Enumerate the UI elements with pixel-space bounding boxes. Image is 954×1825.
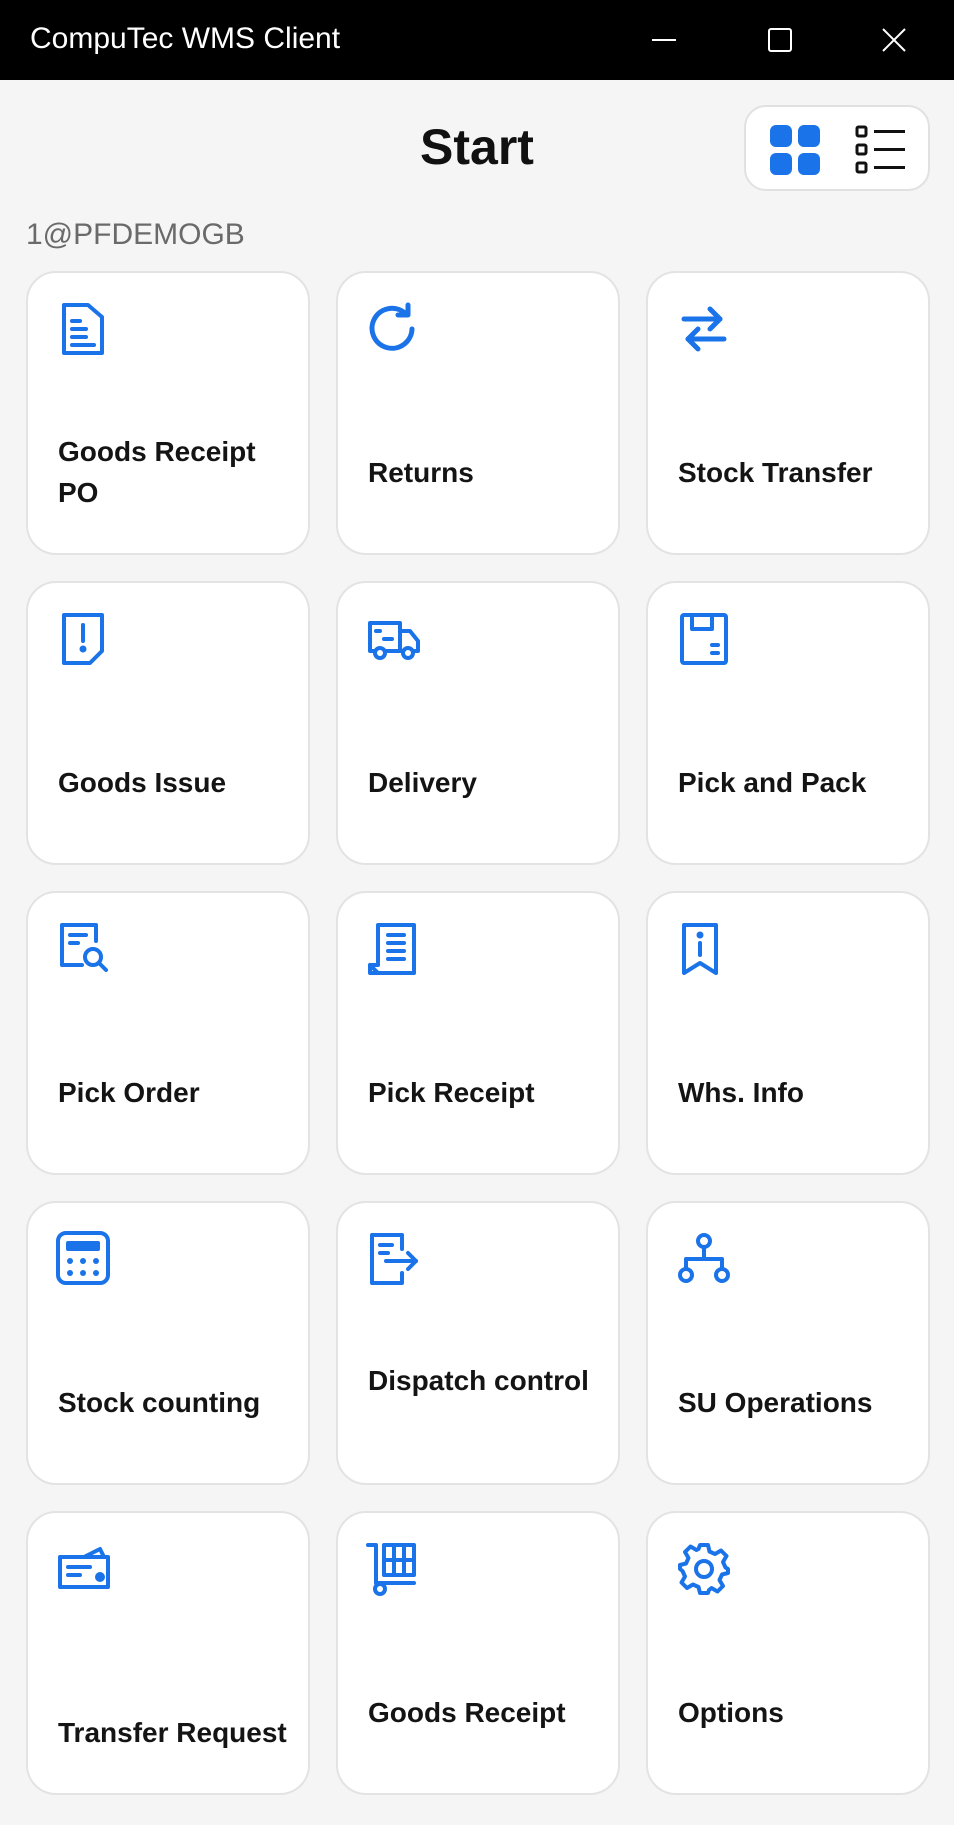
tile-label: Dispatch control bbox=[368, 1365, 589, 1396]
document-export-icon bbox=[366, 1231, 422, 1287]
tile-transfer-request[interactable]: Transfer Request bbox=[26, 1511, 310, 1795]
view-toggle bbox=[744, 105, 930, 191]
close-icon bbox=[882, 28, 906, 52]
tile-dispatch-control[interactable]: Dispatch control bbox=[336, 1201, 620, 1485]
transfer-arrows-icon bbox=[676, 301, 732, 357]
tile-returns[interactable]: Returns bbox=[336, 271, 620, 555]
window-titlebar: CompuTec WMS Client bbox=[0, 0, 954, 80]
tile-label: Stock Transfer bbox=[678, 457, 873, 488]
info-bookmark-icon bbox=[676, 921, 732, 977]
document-alert-icon bbox=[56, 611, 112, 667]
document-search-icon bbox=[56, 921, 112, 977]
tile-label: Stock counting bbox=[58, 1387, 261, 1418]
tile-label: Goods Issue bbox=[58, 767, 227, 798]
tile-label: Goods Receipt bbox=[368, 1697, 566, 1728]
tile-label: Options bbox=[678, 1697, 784, 1728]
tile-goods-receipt-po[interactable]: Goods Receipt PO bbox=[26, 271, 310, 555]
maximize-button[interactable] bbox=[730, 0, 830, 80]
floppy-disk-icon bbox=[676, 611, 732, 667]
tile-stock-transfer[interactable]: Stock Transfer bbox=[646, 271, 930, 555]
hierarchy-icon bbox=[676, 1231, 732, 1287]
grid-icon bbox=[770, 125, 820, 175]
refresh-icon bbox=[366, 301, 422, 357]
tile-delivery[interactable]: Delivery bbox=[336, 581, 620, 865]
receipt-icon bbox=[366, 921, 422, 977]
window-title: CompuTec WMS Client bbox=[30, 22, 341, 55]
minimize-icon bbox=[652, 39, 676, 41]
ticket-card-icon bbox=[56, 1541, 112, 1597]
list-icon bbox=[855, 125, 905, 174]
calculator-icon bbox=[56, 1231, 112, 1287]
user-label: 1@PFDEMOGB bbox=[26, 218, 245, 251]
tile-pick-order[interactable]: Pick Order bbox=[26, 891, 310, 1175]
grid-view-button[interactable] bbox=[768, 123, 822, 177]
tile-label: SU Operations bbox=[678, 1387, 873, 1418]
tile-options[interactable]: Options bbox=[646, 1511, 930, 1795]
tile-label: Pick Receipt bbox=[368, 1077, 535, 1108]
list-view-button[interactable] bbox=[854, 123, 908, 177]
pallet-cart-icon bbox=[366, 1541, 422, 1597]
tile-label: Returns bbox=[368, 457, 474, 488]
tile-goods-issue[interactable]: Goods Issue bbox=[26, 581, 310, 865]
tile-label: Whs. Info bbox=[678, 1077, 804, 1108]
tile-pick-receipt[interactable]: Pick Receipt bbox=[336, 891, 620, 1175]
document-list-icon bbox=[56, 301, 112, 357]
tile-label: Transfer Request bbox=[58, 1717, 287, 1748]
tile-stock-counting[interactable]: Stock counting bbox=[26, 1201, 310, 1485]
tile-su-operations[interactable]: SU Operations bbox=[646, 1201, 930, 1485]
tile-label: Delivery bbox=[368, 767, 477, 798]
gear-icon bbox=[676, 1541, 732, 1597]
tile-label: Pick and Pack bbox=[678, 767, 867, 798]
tile-label: Goods Receipt PO bbox=[58, 436, 256, 508]
tile-grid: Goods Receipt PO Returns Stock Transfer bbox=[26, 271, 930, 1801]
tile-label: Pick Order bbox=[58, 1077, 200, 1108]
tile-goods-receipt[interactable]: Goods Receipt bbox=[336, 1511, 620, 1795]
tile-pick-and-pack[interactable]: Pick and Pack bbox=[646, 581, 930, 865]
delivery-truck-icon bbox=[366, 611, 422, 667]
minimize-button[interactable] bbox=[614, 0, 714, 80]
close-button[interactable] bbox=[844, 0, 944, 80]
tile-whs-info[interactable]: Whs. Info bbox=[646, 891, 930, 1175]
maximize-icon bbox=[768, 28, 792, 52]
